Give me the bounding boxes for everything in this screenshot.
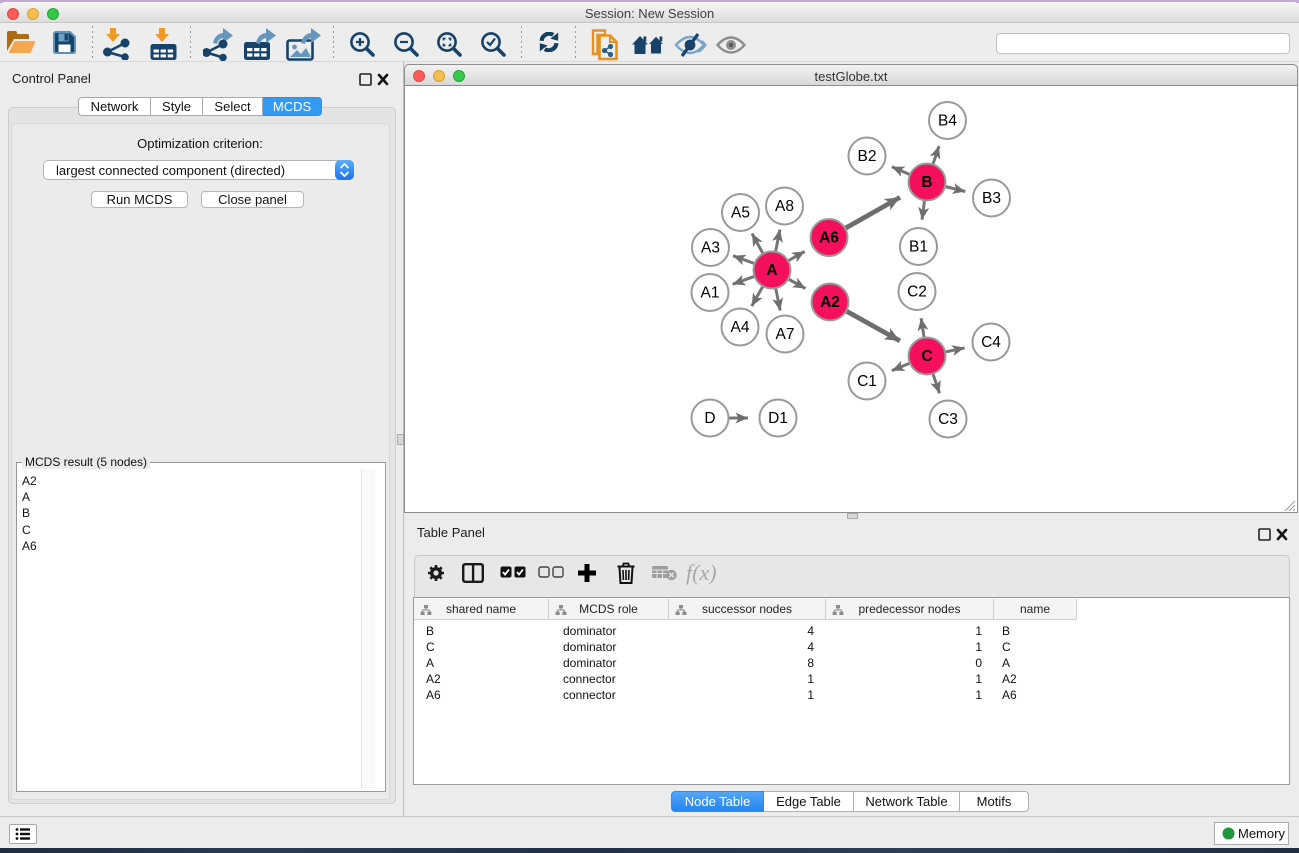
svg-text:D: D: [704, 410, 715, 427]
svg-text:C3: C3: [938, 411, 958, 428]
svg-text:A6: A6: [819, 230, 839, 247]
svg-text:A3: A3: [701, 240, 720, 257]
svg-text:A1: A1: [701, 285, 720, 302]
svg-text:C: C: [921, 348, 932, 365]
svg-text:A: A: [766, 262, 777, 279]
svg-text:B: B: [921, 174, 932, 191]
svg-text:C2: C2: [907, 284, 927, 301]
svg-text:C4: C4: [981, 334, 1001, 351]
svg-text:C1: C1: [857, 373, 877, 390]
svg-text:A2: A2: [820, 294, 840, 311]
svg-text:B3: B3: [982, 190, 1001, 207]
svg-text:B4: B4: [938, 113, 957, 130]
svg-text:A8: A8: [775, 198, 794, 215]
svg-text:B1: B1: [909, 239, 928, 256]
svg-text:A5: A5: [731, 205, 750, 222]
svg-text:A7: A7: [776, 326, 795, 343]
svg-text:D1: D1: [768, 410, 788, 427]
svg-text:B2: B2: [858, 148, 877, 165]
svg-text:A4: A4: [731, 319, 750, 336]
